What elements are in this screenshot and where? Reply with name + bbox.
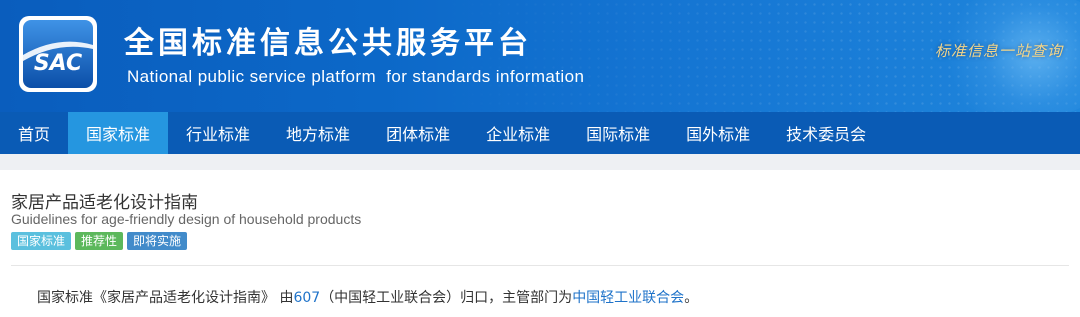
nav-item[interactable]: 首页 bbox=[0, 112, 68, 154]
header-banner: SAC 全国标准信息公共服务平台 National public service… bbox=[0, 0, 1080, 112]
department-link[interactable]: 中国轻工业联合会 bbox=[572, 290, 684, 306]
nav-item[interactable]: 国际标准 bbox=[568, 112, 668, 154]
description-middle: （中国轻工业联合会）归口，主管部门为 bbox=[320, 290, 573, 306]
standard-title-cn: 家居产品适老化设计指南 bbox=[11, 193, 198, 213]
nav-item[interactable]: 地方标准 bbox=[268, 112, 368, 154]
committee-link[interactable]: 607 bbox=[293, 290, 320, 306]
nav-item[interactable]: 行业标准 bbox=[168, 112, 268, 154]
status-badge: 国家标准 bbox=[11, 232, 72, 250]
description-suffix: 。 bbox=[684, 290, 699, 306]
separator-strip bbox=[0, 154, 1080, 170]
main-nav: 首页 国家标准 行业标准 地方标准 团体标准 企业标准 国际标准 国外标准 技术委员会 bbox=[0, 112, 1080, 154]
nav-item[interactable]: 技术委员会 bbox=[768, 112, 884, 154]
site-subtitle: National public service platform for sta… bbox=[127, 67, 585, 86]
standard-title-en: Guidelines for age-friendly design of ho… bbox=[11, 211, 362, 227]
divider bbox=[11, 265, 1069, 266]
nav-item[interactable]: 国外标准 bbox=[668, 112, 768, 154]
sac-logo[interactable]: SAC bbox=[18, 15, 98, 93]
slogan-calligraphy: 标准信息一站查询 bbox=[935, 42, 1064, 60]
nav-item[interactable]: 企业标准 bbox=[468, 112, 568, 154]
site-title[interactable]: 全国标准信息公共服务平台 bbox=[124, 18, 532, 62]
standard-description: 国家标准《家居产品适老化设计指南》 由607（中国轻工业联合会）归口，主管部门为… bbox=[37, 287, 698, 307]
nav-item[interactable]: 国家标准 bbox=[68, 112, 169, 154]
status-badge: 推荐性 bbox=[75, 232, 124, 250]
logo-text: SAC bbox=[34, 51, 82, 76]
nav-item[interactable]: 团体标准 bbox=[368, 112, 468, 154]
description-prefix: 国家标准《家居产品适老化设计指南》 由 bbox=[37, 290, 294, 306]
status-badge: 即将实施 bbox=[127, 232, 188, 250]
standard-tags: 国家标准 推荐性 即将实施 bbox=[11, 232, 188, 250]
standard-detail: 家居产品适老化设计指南 Guidelines for age-friendly … bbox=[0, 170, 1080, 317]
